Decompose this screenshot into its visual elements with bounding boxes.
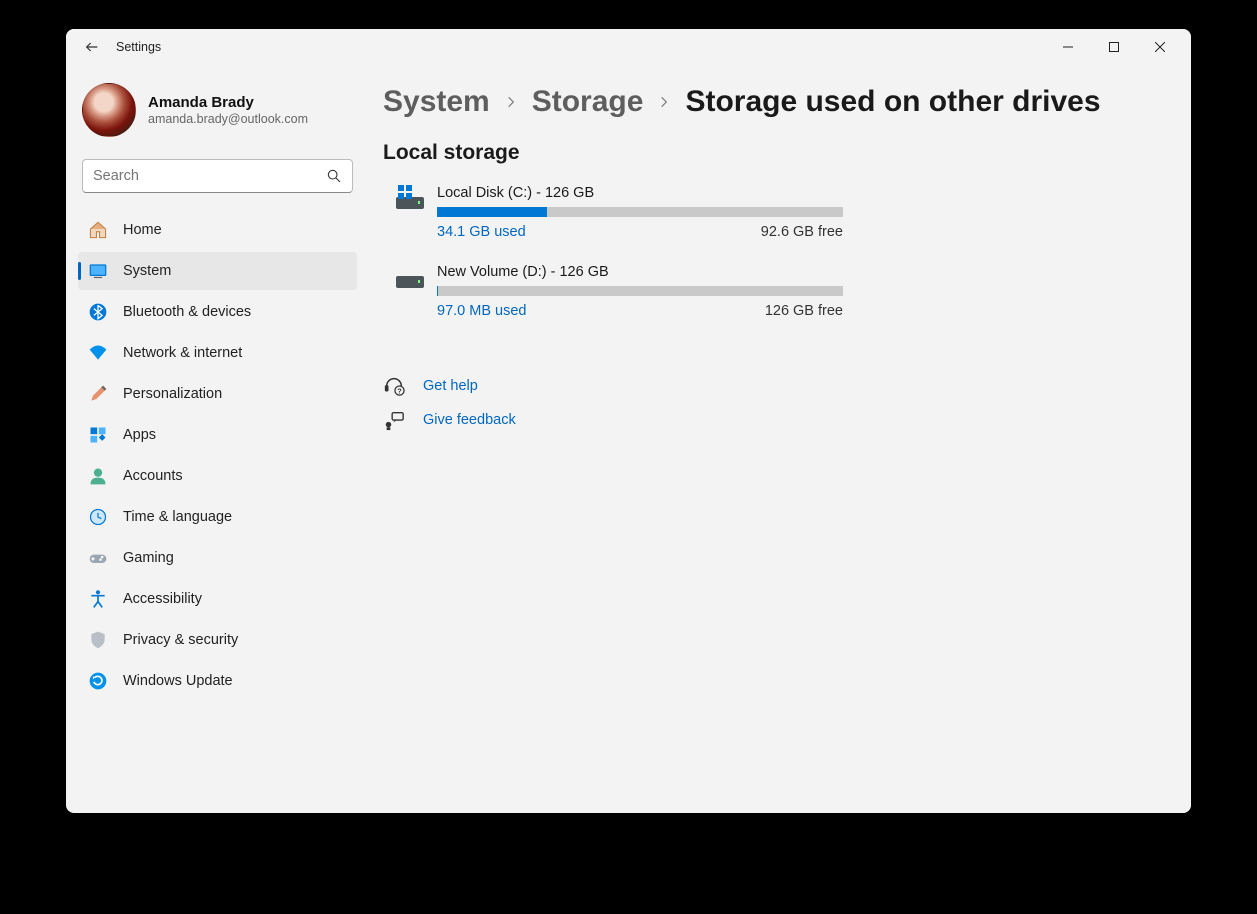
user-name: Amanda Brady — [148, 94, 308, 111]
breadcrumb-item[interactable]: Storage — [532, 85, 644, 119]
get-help-text: Get help — [423, 378, 478, 394]
windows-logo-icon — [398, 185, 412, 199]
disk-drive-icon — [396, 266, 424, 290]
sidebar-item-time[interactable]: Time & language — [78, 498, 357, 536]
sidebar: Amanda Brady amanda.brady@outlook.com Ho… — [66, 65, 363, 813]
section-title: Local storage — [383, 141, 1151, 165]
apps-icon — [88, 425, 108, 445]
user-profile[interactable]: Amanda Brady amanda.brady@outlook.com — [74, 73, 361, 153]
privacy-icon — [88, 630, 108, 650]
feedback-icon — [383, 409, 405, 431]
sidebar-item-network[interactable]: Network & internet — [78, 334, 357, 372]
svg-text:?: ? — [397, 386, 402, 395]
storage-progress-bar — [437, 286, 843, 296]
avatar — [82, 83, 136, 137]
help-links: ? Get help Give feedback — [383, 375, 1151, 431]
sidebar-item-label: Bluetooth & devices — [123, 304, 251, 320]
sidebar-item-home[interactable]: Home — [78, 211, 357, 249]
maximize-button[interactable] — [1091, 29, 1137, 65]
give-feedback-link[interactable]: Give feedback — [383, 409, 1151, 431]
gaming-icon — [88, 548, 108, 568]
back-arrow-icon — [84, 39, 100, 55]
sidebar-item-label: System — [123, 263, 171, 279]
sidebar-item-label: Accessibility — [123, 591, 202, 607]
sidebar-item-gaming[interactable]: Gaming — [78, 539, 357, 577]
give-feedback-text: Give feedback — [423, 412, 516, 428]
search-input[interactable] — [93, 168, 326, 184]
drive-title: New Volume (D:) - 126 GB — [437, 264, 843, 280]
drive-title: Local Disk (C:) - 126 GB — [437, 185, 843, 201]
drive-list: Local Disk (C:) - 126 GB 34.1 GB used 92.6… — [383, 185, 1151, 319]
window-controls — [1045, 29, 1183, 65]
storage-progress-bar — [437, 207, 843, 217]
settings-window: Settings Amanda Brady amanda.brady@outlo… — [66, 29, 1191, 813]
titlebar: Settings — [66, 29, 1191, 65]
sidebar-item-label: Network & internet — [123, 345, 242, 361]
free-label: 92.6 GB free — [761, 224, 843, 240]
minimize-button[interactable] — [1045, 29, 1091, 65]
sidebar-item-label: Personalization — [123, 386, 222, 402]
sidebar-item-label: Gaming — [123, 550, 174, 566]
sidebar-item-label: Apps — [123, 427, 156, 443]
drive-stats: 97.0 MB used 126 GB free — [437, 303, 843, 319]
system-icon — [88, 261, 108, 281]
maximize-icon — [1109, 42, 1119, 52]
content-area: Amanda Brady amanda.brady@outlook.com Ho… — [66, 65, 1191, 813]
chevron-right-icon — [657, 95, 671, 109]
drive-item-d[interactable]: New Volume (D:) - 126 GB 97.0 MB used 126 … — [383, 264, 1151, 319]
drive-stats: 34.1 GB used 92.6 GB free — [437, 224, 843, 240]
accessibility-icon — [88, 589, 108, 609]
personalization-icon — [88, 384, 108, 404]
drive-info: Local Disk (C:) - 126 GB 34.1 GB used 92.6… — [437, 185, 843, 240]
sidebar-item-bluetooth[interactable]: Bluetooth & devices — [78, 293, 357, 331]
user-email: amanda.brady@outlook.com — [148, 112, 308, 126]
sidebar-item-accounts[interactable]: Accounts — [78, 457, 357, 495]
sidebar-item-label: Windows Update — [123, 673, 233, 689]
sidebar-item-apps[interactable]: Apps — [78, 416, 357, 454]
sidebar-item-update[interactable]: Windows Update — [78, 662, 357, 700]
bluetooth-icon — [88, 302, 108, 322]
sidebar-item-system[interactable]: System — [78, 252, 357, 290]
get-help-link[interactable]: ? Get help — [383, 375, 1151, 397]
minimize-icon — [1063, 42, 1073, 52]
user-text: Amanda Brady amanda.brady@outlook.com — [148, 94, 308, 126]
sidebar-item-label: Accounts — [123, 468, 183, 484]
search-icon — [326, 168, 342, 184]
headset-help-icon: ? — [383, 375, 405, 397]
app-title: Settings — [116, 40, 161, 54]
free-label: 126 GB free — [765, 303, 843, 319]
network-icon — [88, 343, 108, 363]
main-panel: System Storage Storage used on other drive… — [363, 65, 1191, 813]
used-label: 34.1 GB used — [437, 224, 526, 240]
sidebar-item-label: Time & language — [123, 509, 232, 525]
nav-list: Home System Bluetooth & devices Network & i… — [74, 211, 361, 700]
home-icon — [88, 220, 108, 240]
time-icon — [88, 507, 108, 527]
drive-info: New Volume (D:) - 126 GB 97.0 MB used 126 … — [437, 264, 843, 319]
close-icon — [1155, 42, 1165, 52]
back-button[interactable] — [74, 29, 110, 65]
update-icon — [88, 671, 108, 691]
drive-icon-wrap — [383, 185, 437, 211]
drive-icon-wrap — [383, 264, 437, 290]
sidebar-item-label: Home — [123, 222, 162, 238]
storage-progress-fill — [437, 207, 547, 217]
sidebar-item-accessibility[interactable]: Accessibility — [78, 580, 357, 618]
disk-drive-icon — [396, 187, 424, 211]
breadcrumb-item: Storage used on other drives — [685, 85, 1100, 119]
chevron-right-icon — [504, 95, 518, 109]
sidebar-item-personalization[interactable]: Personalization — [78, 375, 357, 413]
used-label: 97.0 MB used — [437, 303, 526, 319]
breadcrumb: System Storage Storage used on other drive… — [383, 85, 1151, 119]
breadcrumb-item[interactable]: System — [383, 85, 490, 119]
search-box[interactable] — [82, 159, 353, 193]
sidebar-item-label: Privacy & security — [123, 632, 238, 648]
sidebar-item-privacy[interactable]: Privacy & security — [78, 621, 357, 659]
accounts-icon — [88, 466, 108, 486]
close-button[interactable] — [1137, 29, 1183, 65]
drive-item-c[interactable]: Local Disk (C:) - 126 GB 34.1 GB used 92.6… — [383, 185, 1151, 240]
